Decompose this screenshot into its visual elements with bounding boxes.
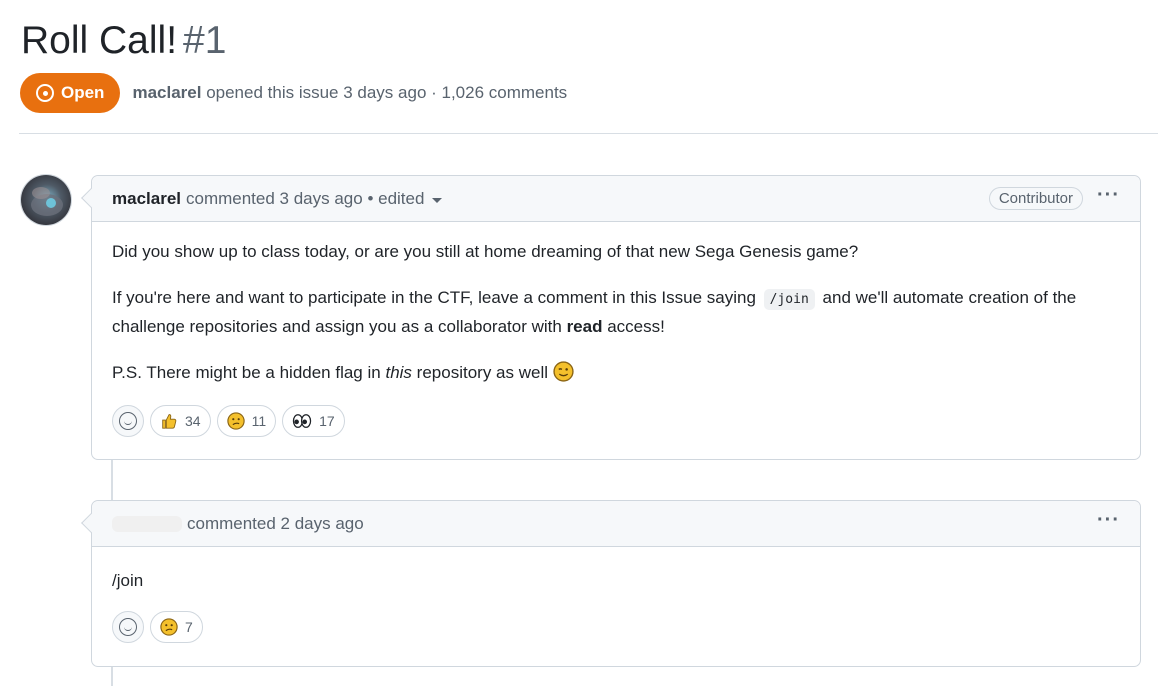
issue-author-link[interactable]: maclarel: [132, 83, 201, 102]
avatar[interactable]: [20, 174, 72, 226]
reaction-confused[interactable]: 11: [216, 405, 277, 437]
italic-text: this: [385, 363, 412, 382]
smiley-icon: [119, 412, 137, 430]
inline-code: /join: [763, 289, 815, 310]
comment-text: P.S. There might be a hidden flag in: [112, 363, 381, 382]
reaction-count: 11: [251, 412, 267, 429]
reactions-bar: 34 11 17: [112, 405, 1120, 437]
comment-paragraph: If you're here and want to participate i…: [112, 284, 1120, 340]
comment-paragraph: Did you show up to class today, or are y…: [112, 242, 859, 261]
kebab-horizontal-icon[interactable]: ···: [1097, 185, 1120, 208]
issue-title-text: Roll Call!: [21, 19, 178, 62]
reaction-thumbs-up[interactable]: 34: [150, 405, 211, 437]
reactions-bar: 7: [112, 611, 1120, 643]
smiley-icon: [119, 618, 137, 636]
comment-author-link[interactable]: maclarel: [112, 189, 181, 209]
redacted-username: [112, 515, 182, 532]
reaction-count: 7: [185, 618, 193, 635]
issue-open-icon: [36, 84, 54, 102]
issue-title: Roll Call! #1: [21, 18, 226, 64]
comment-body: Did you show up to class today, or are y…: [92, 222, 1140, 457]
comment-paragraph: P.S. There might be a hidden flag in thi…: [112, 359, 1120, 386]
comment-timestamp[interactable]: commented 2 days ago: [187, 514, 364, 534]
chevron-down-icon[interactable]: [432, 197, 443, 203]
comment-text: access!: [607, 317, 665, 336]
kebab-horizontal-icon[interactable]: ···: [1097, 510, 1120, 533]
issue-opened-text: opened this issue 3 days ago · 1,026 com…: [206, 83, 568, 102]
issue-number: #1: [183, 19, 227, 62]
header-divider: [19, 133, 1158, 134]
confused-face-icon: [226, 412, 245, 430]
thumbs-up-icon: [162, 414, 177, 429]
comment-text: repository as well: [416, 363, 548, 382]
state-label: Open: [61, 83, 105, 102]
confused-face-icon: [160, 618, 178, 636]
issue-state-row: Open maclarel opened this issue 3 days a…: [20, 73, 567, 113]
reaction-count: 34: [185, 412, 201, 429]
reaction-count: 17: [319, 412, 335, 429]
comment-header: maclarel commented 3 days ago • edited C…: [92, 176, 1140, 222]
comment-body: /join 7: [92, 547, 1140, 663]
state-badge: Open: [20, 73, 121, 113]
comment-2: commented 2 days ago ··· /join 7: [81, 500, 1141, 667]
wink-emoji-icon: [553, 361, 574, 382]
eyes-icon: [292, 414, 312, 428]
add-reaction-button[interactable]: [112, 611, 144, 643]
comment-1: maclarel commented 3 days ago • edited C…: [81, 175, 1141, 460]
add-reaction-button[interactable]: [112, 405, 144, 437]
reaction-eyes[interactable]: 17: [282, 405, 345, 437]
comment-paragraph: /join: [112, 571, 144, 590]
bold-text: read: [566, 317, 603, 336]
issue-meta: maclarel opened this issue 3 days ago · …: [132, 83, 567, 103]
contributor-badge: Contributor: [988, 187, 1084, 210]
comment-timestamp[interactable]: commented 3 days ago • edited: [186, 189, 424, 209]
comment-text: If you're here and want to participate i…: [112, 288, 756, 307]
comment-header: commented 2 days ago ···: [92, 501, 1140, 547]
reaction-confused[interactable]: 7: [150, 611, 203, 643]
